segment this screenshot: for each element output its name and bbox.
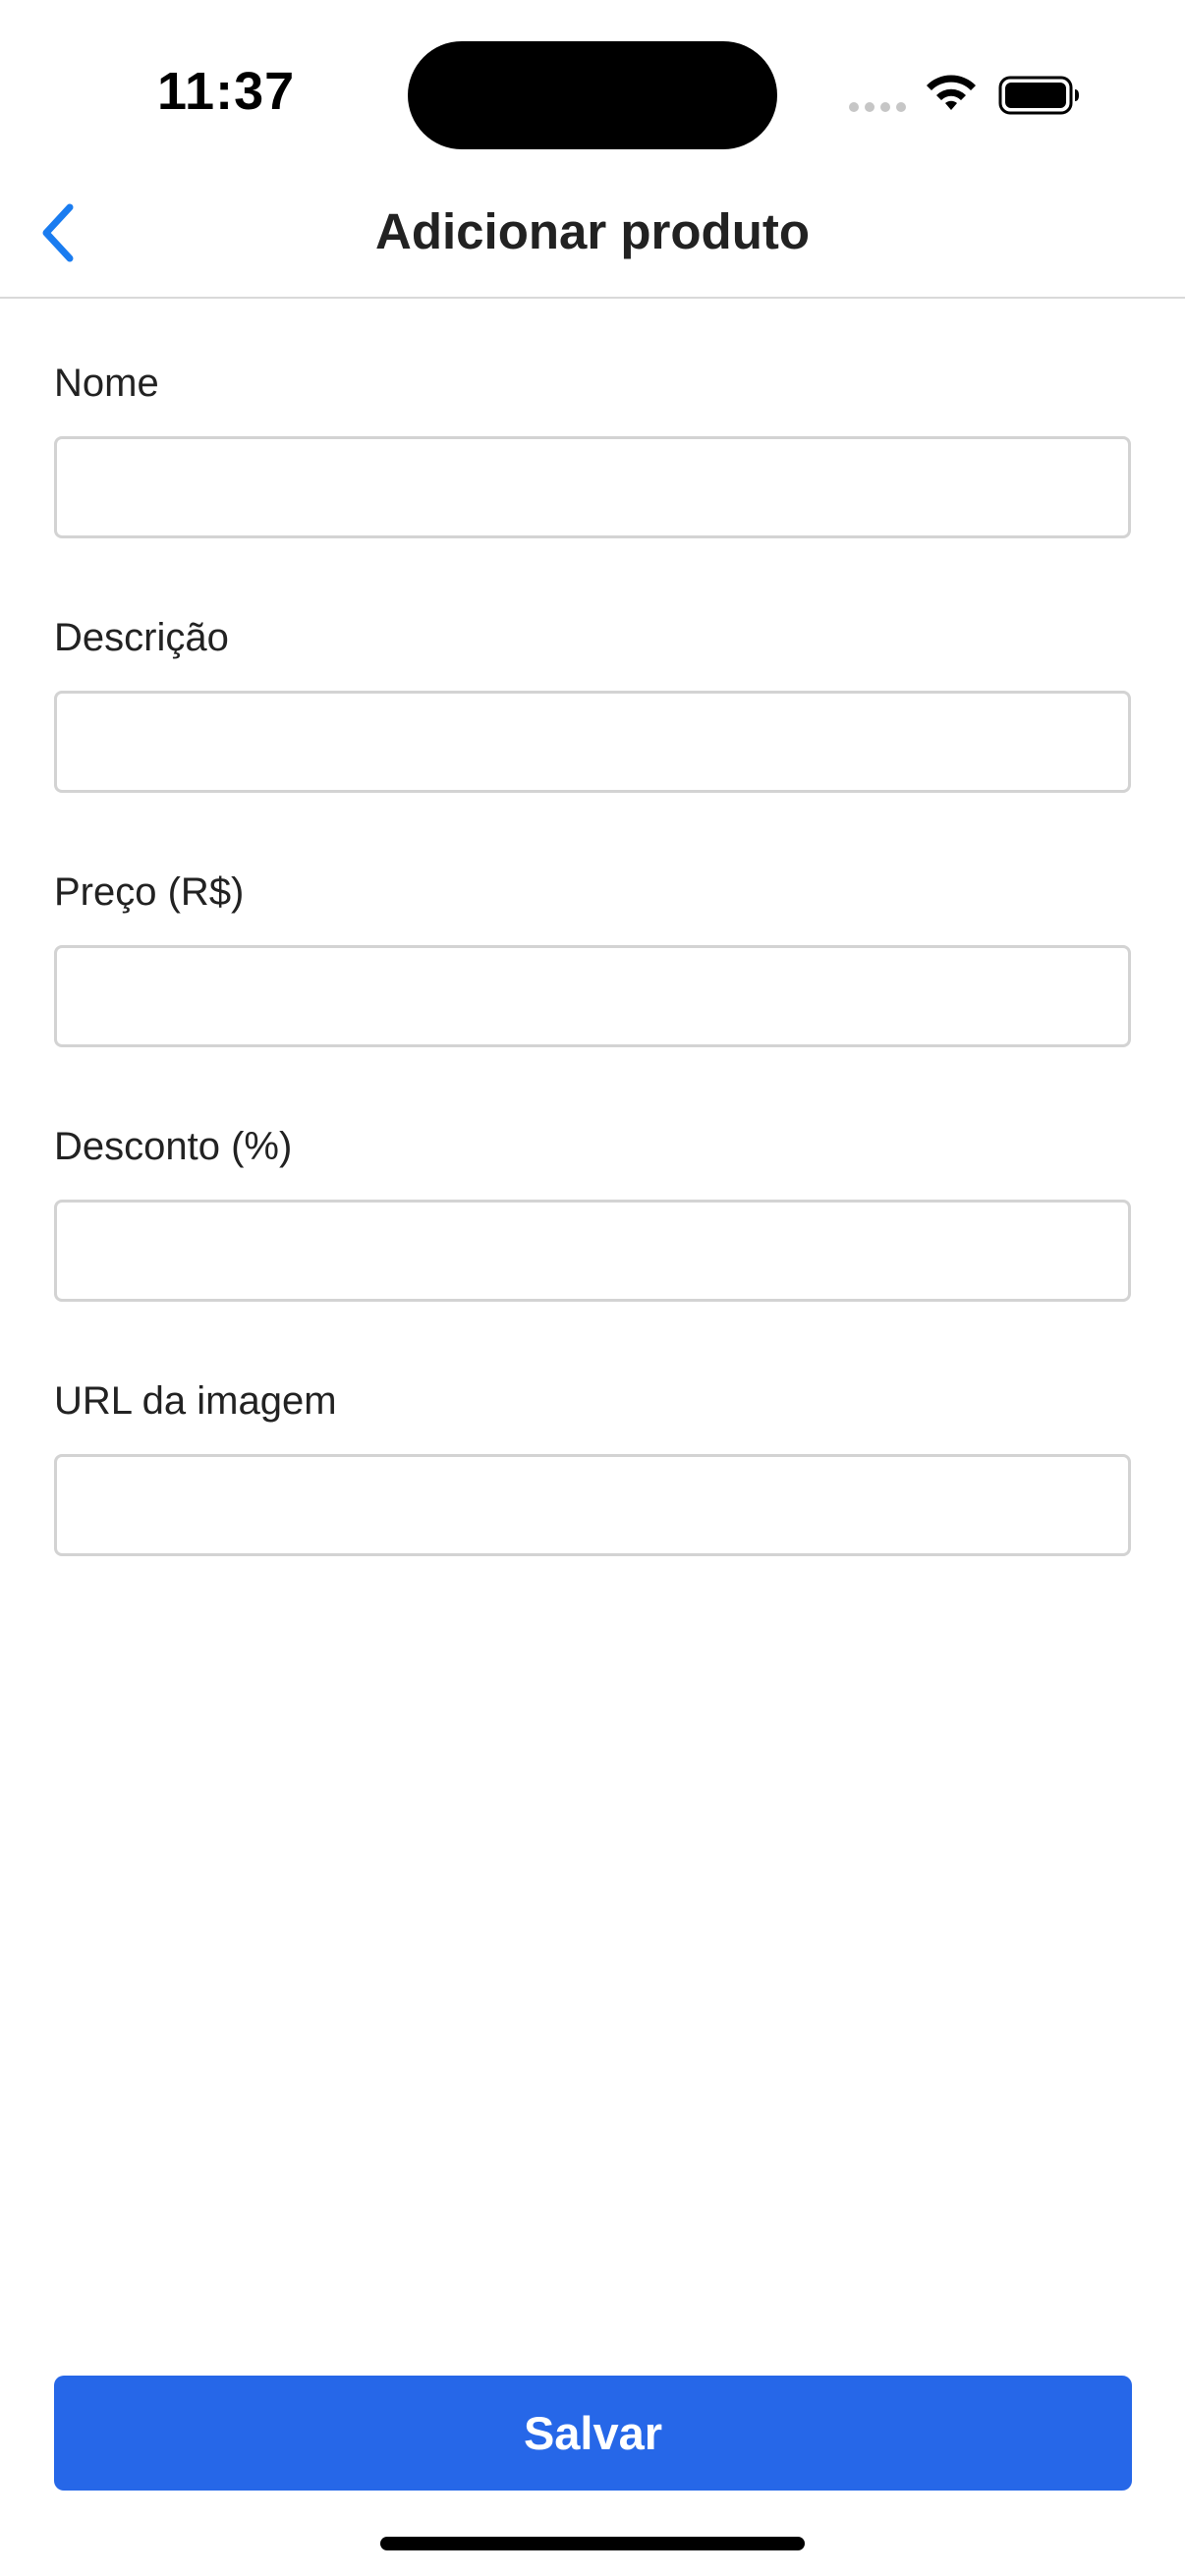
wifi-icon (927, 75, 976, 110)
dynamic-island (408, 41, 777, 149)
name-input[interactable] (54, 436, 1131, 538)
battery-icon (998, 76, 1079, 115)
discount-input[interactable] (54, 1200, 1131, 1302)
page-title: Adicionar produto (375, 203, 810, 259)
status-time: 11:37 (157, 62, 296, 121)
discount-label: Desconto (%) (54, 1125, 293, 1168)
home-indicator[interactable] (380, 2537, 805, 2550)
name-label: Nome (54, 362, 159, 405)
image-url-label: URL da imagem (54, 1379, 337, 1423)
price-input[interactable] (54, 945, 1131, 1047)
cellular-signal-icon (849, 102, 906, 112)
image-url-input[interactable] (54, 1454, 1131, 1556)
price-label: Preço (R$) (54, 870, 245, 914)
nav-divider (0, 297, 1185, 299)
save-button-label: Salvar (523, 2407, 663, 2459)
description-input[interactable] (54, 691, 1131, 793)
save-button[interactable]: Salvar (54, 2376, 1132, 2491)
description-label: Descrição (54, 616, 229, 659)
